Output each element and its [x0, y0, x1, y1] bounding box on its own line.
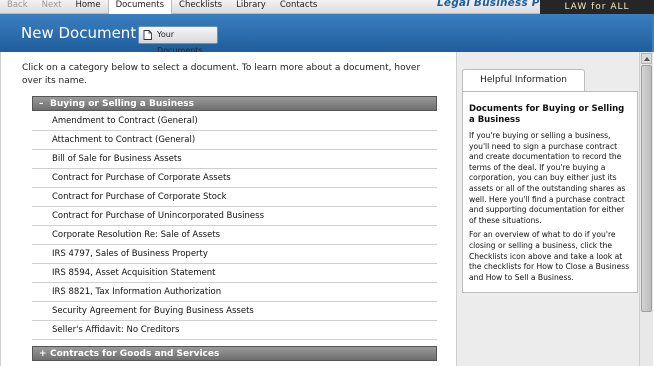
- nav-checklists[interactable]: Checklists: [172, 0, 229, 13]
- help-content: Documents for Buying or Selling a Busine…: [462, 91, 638, 293]
- document-page: Click on a category below to select a do…: [0, 52, 654, 366]
- vertical-scrollbar[interactable]: [639, 52, 653, 366]
- document-item[interactable]: Contract for Purchase of Corporate Asset…: [32, 169, 437, 188]
- page-header: New Document Your Documents: [0, 14, 654, 55]
- document-item[interactable]: Bill of Sale for Business Assets: [32, 150, 437, 169]
- page-title: New Document: [21, 24, 137, 42]
- help-paragraph: If you're buying or selling a business, …: [469, 131, 626, 225]
- tagline-badge: LAW for ALL: [540, 0, 654, 15]
- document-item[interactable]: Attachment to Contract (General): [32, 131, 437, 150]
- document-item[interactable]: Corporate Resolution Re: Sale of Assets: [32, 226, 437, 245]
- document-item[interactable]: Seller's Affidavit: No Creditors: [32, 321, 437, 340]
- category-label: Buying or Selling a Business: [50, 99, 194, 109]
- nav-home[interactable]: Home: [68, 0, 107, 13]
- tab-helpful-information[interactable]: Helpful Information: [462, 69, 585, 91]
- help-panel: Helpful Information Documents for Buying…: [456, 52, 641, 366]
- brand-logo: Legal Business Pro: [437, 0, 553, 9]
- nav-menu: Back Next Home Documents Checklists Libr…: [0, 0, 325, 14]
- document-item[interactable]: IRS 8821, Tax Information Authorization: [32, 283, 437, 302]
- nav-documents[interactable]: Documents: [107, 0, 173, 14]
- category-buying-selling-business[interactable]: – Buying or Selling a Business: [32, 96, 437, 111]
- your-documents-button[interactable]: Your Documents: [138, 26, 218, 55]
- nav-contacts[interactable]: Contacts: [273, 0, 325, 13]
- document-item[interactable]: IRS 8594, Asset Acquisition Statement: [32, 264, 437, 283]
- nav-back[interactable]: Back: [0, 0, 35, 13]
- document-list: Amendment to Contract (General) Attachme…: [32, 112, 437, 340]
- help-paragraph: For an overview of what to do if you're …: [469, 230, 630, 282]
- category-contracts-goods-services[interactable]: + Contracts for Goods and Services: [32, 346, 437, 361]
- document-item[interactable]: IRS 4797, Sales of Business Property: [32, 245, 437, 264]
- document-item[interactable]: Amendment to Contract (General): [32, 112, 437, 131]
- document-item[interactable]: Security Agreement for Buying Business A…: [32, 302, 437, 321]
- expand-icon: +: [39, 349, 47, 359]
- nav-next[interactable]: Next: [35, 0, 69, 13]
- nav-library[interactable]: Library: [229, 0, 273, 13]
- collapse-icon: –: [39, 99, 44, 109]
- document-icon: [143, 30, 152, 40]
- instructions-text: Click on a category below to select a do…: [22, 63, 421, 86]
- document-item[interactable]: Contract for Purchase of Unincorporated …: [32, 207, 437, 226]
- document-item[interactable]: Contract for Purchase of Corporate Stock: [32, 188, 437, 207]
- scroll-up-arrow-icon[interactable]: [641, 53, 652, 64]
- scrollbar-thumb[interactable]: [641, 65, 652, 312]
- category-label: Contracts for Goods and Services: [50, 349, 220, 359]
- help-heading: Documents for Buying or Selling a Busine…: [469, 104, 625, 125]
